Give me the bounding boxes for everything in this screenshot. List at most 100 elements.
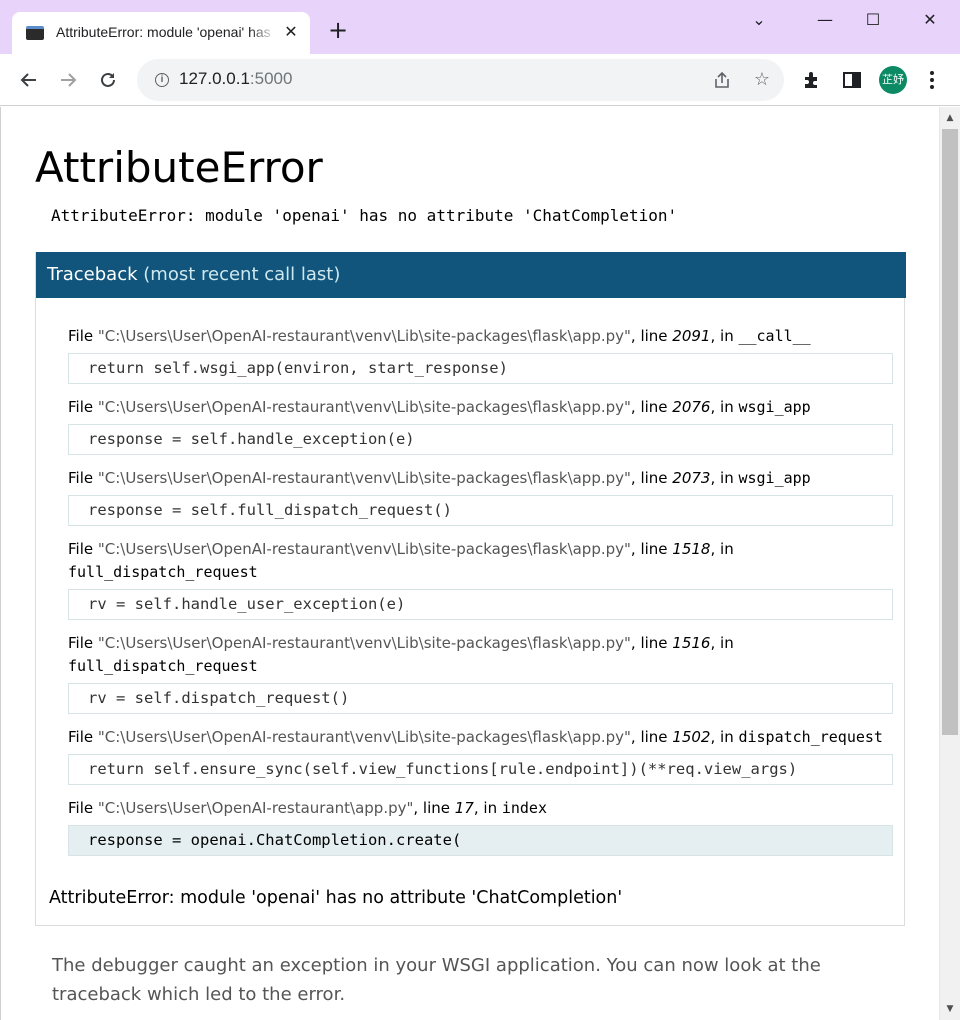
in-word: , in <box>710 634 734 652</box>
traceback-frame: File "C:\Users\User\OpenAI-restaurant\ve… <box>68 467 893 526</box>
frame-location: File "C:\Users\User\OpenAI-restaurant\ve… <box>68 396 893 419</box>
menu-icon[interactable] <box>922 68 942 92</box>
frame-lineno: 1502 <box>672 728 711 746</box>
file-word: File <box>68 469 98 487</box>
frame-location: File "C:\Users\User\OpenAI-restaurant\ve… <box>68 632 893 678</box>
traceback-panel: Traceback (most recent call last) File "… <box>35 252 906 926</box>
frame-code-line[interactable]: response = self.handle_exception(e) <box>68 424 893 455</box>
frame-location: File "C:\Users\User\OpenAI-restaurant\ve… <box>68 467 893 490</box>
traceback-header[interactable]: Traceback (most recent call last) <box>36 252 906 298</box>
close-tab-icon[interactable]: ✕ <box>282 23 300 41</box>
traceback-frame: File "C:\Users\User\OpenAI-restaurant\ve… <box>68 538 893 620</box>
line-word: , line <box>630 728 673 746</box>
browser-tab[interactable]: AttributeError: module 'openai' has no a… <box>12 12 310 54</box>
frame-location: File "C:\Users\User\OpenAI-restaurant\ve… <box>68 726 893 749</box>
frame-code-line[interactable]: response = openai.ChatCompletion.create( <box>68 825 893 856</box>
error-message: AttributeError: module 'openai' has no a… <box>51 206 678 225</box>
frame-function: __call__ <box>738 327 811 345</box>
scroll-down-icon[interactable]: ▼ <box>940 1000 960 1018</box>
frame-function: index <box>501 799 547 817</box>
traceback-frame: File "C:\Users\User\OpenAI-restaurant\ve… <box>68 632 893 714</box>
file-word: File <box>68 398 98 416</box>
close-window-button[interactable]: ✕ <box>910 6 950 34</box>
line-word: , line <box>630 540 673 558</box>
frame-lineno: 1516 <box>672 634 711 652</box>
in-word: , in <box>473 799 502 817</box>
terminal-icon <box>26 26 44 40</box>
minimize-button[interactable]: — <box>805 6 845 34</box>
scroll-thumb[interactable] <box>942 129 958 735</box>
in-word: , in <box>710 327 739 345</box>
frame-filename: "C:\Users\User\OpenAI-restaurant\venv\Li… <box>97 728 631 746</box>
line-word: , line <box>630 634 673 652</box>
share-icon[interactable] <box>711 69 733 91</box>
frame-function: wsgi_app <box>738 469 811 487</box>
frame-function: wsgi_app <box>738 398 811 416</box>
star-icon[interactable]: ☆ <box>751 69 773 91</box>
title-bar: AttributeError: module 'openai' has no a… <box>0 0 960 54</box>
frame-code-line[interactable]: rv = self.handle_user_exception(e) <box>68 589 893 620</box>
frame-code-line[interactable]: return self.wsgi_app(environ, start_resp… <box>68 353 893 384</box>
in-word: , in <box>710 540 734 558</box>
info-icon[interactable]: i <box>155 73 169 87</box>
frame-lineno: 2073 <box>672 469 711 487</box>
line-word: , line <box>630 398 673 416</box>
in-word: , in <box>710 728 739 746</box>
traceback-label: Traceback <box>47 264 138 285</box>
maximize-button[interactable]: ☐ <box>853 6 893 34</box>
traceback-frame: File "C:\Users\User\OpenAI-restaurant\ap… <box>68 797 893 856</box>
extensions-icon[interactable] <box>799 67 825 93</box>
line-word: , line <box>630 327 673 345</box>
profile-avatar[interactable]: 芷妤 <box>879 66 907 94</box>
frame-location: File "C:\Users\User\OpenAI-restaurant\ve… <box>68 325 893 348</box>
scrollbar[interactable]: ▲ ▼ <box>939 107 960 1020</box>
frame-lineno: 17 <box>454 799 474 817</box>
traceback-frame: File "C:\Users\User\OpenAI-restaurant\ve… <box>68 396 893 455</box>
frame-filename: "C:\Users\User\OpenAI-restaurant\venv\Li… <box>97 327 631 345</box>
file-word: File <box>68 634 98 652</box>
line-word: , line <box>413 799 455 817</box>
frame-filename: "C:\Users\User\OpenAI-restaurant\app.py" <box>97 799 414 817</box>
final-error: AttributeError: module 'openai' has no a… <box>49 888 623 908</box>
frame-function: full_dispatch_request <box>68 657 258 675</box>
reload-icon[interactable] <box>94 66 122 94</box>
page-content: AttributeError AttributeError: module 'o… <box>0 107 939 1020</box>
traceback-frame: File "C:\Users\User\OpenAI-restaurant\ve… <box>68 726 893 785</box>
frame-lineno: 2091 <box>672 327 711 345</box>
traceback-frame: File "C:\Users\User\OpenAI-restaurant\ve… <box>68 325 893 384</box>
frame-code-line[interactable]: rv = self.dispatch_request() <box>68 683 893 714</box>
frame-code-line[interactable]: return self.ensure_sync(self.view_functi… <box>68 754 893 785</box>
frame-location: File "C:\Users\User\OpenAI-restaurant\ap… <box>68 797 893 820</box>
frame-filename: "C:\Users\User\OpenAI-restaurant\venv\Li… <box>97 469 631 487</box>
frame-filename: "C:\Users\User\OpenAI-restaurant\venv\Li… <box>97 398 631 416</box>
forward-icon[interactable] <box>54 66 82 94</box>
file-word: File <box>68 799 98 817</box>
file-word: File <box>68 728 98 746</box>
frame-code-line[interactable]: response = self.full_dispatch_request() <box>68 495 893 526</box>
file-word: File <box>68 327 98 345</box>
frame-filename: "C:\Users\User\OpenAI-restaurant\venv\Li… <box>97 540 631 558</box>
frame-location: File "C:\Users\User\OpenAI-restaurant\ve… <box>68 538 893 584</box>
scroll-up-icon[interactable]: ▲ <box>940 109 960 127</box>
traceback-frames: File "C:\Users\User\OpenAI-restaurant\ve… <box>68 325 893 868</box>
frame-lineno: 1518 <box>672 540 711 558</box>
file-word: File <box>68 540 98 558</box>
browser-toolbar: i 127.0.0.1:5000 ☆ 芷妤 <box>0 54 960 106</box>
frame-filename: "C:\Users\User\OpenAI-restaurant\venv\Li… <box>97 634 631 652</box>
in-word: , in <box>710 469 739 487</box>
back-icon[interactable] <box>15 66 43 94</box>
address-bar[interactable]: i 127.0.0.1:5000 ☆ <box>137 59 784 101</box>
new-tab-button[interactable]: + <box>326 18 350 42</box>
frame-function: dispatch_request <box>738 728 883 746</box>
traceback-sublabel: (most recent call last) <box>143 264 341 285</box>
sidepanel-icon[interactable] <box>839 67 865 93</box>
page-title: AttributeError <box>35 143 323 192</box>
frame-function: full_dispatch_request <box>68 563 258 581</box>
tab-title: AttributeError: module 'openai' has no a… <box>56 24 276 40</box>
in-word: , in <box>710 398 739 416</box>
tab-search-icon[interactable]: ⌄ <box>739 6 779 34</box>
frame-lineno: 2076 <box>672 398 711 416</box>
line-word: , line <box>630 469 673 487</box>
url-text[interactable]: 127.0.0.1:5000 <box>179 69 292 89</box>
debugger-note: The debugger caught an exception in your… <box>52 955 821 1005</box>
